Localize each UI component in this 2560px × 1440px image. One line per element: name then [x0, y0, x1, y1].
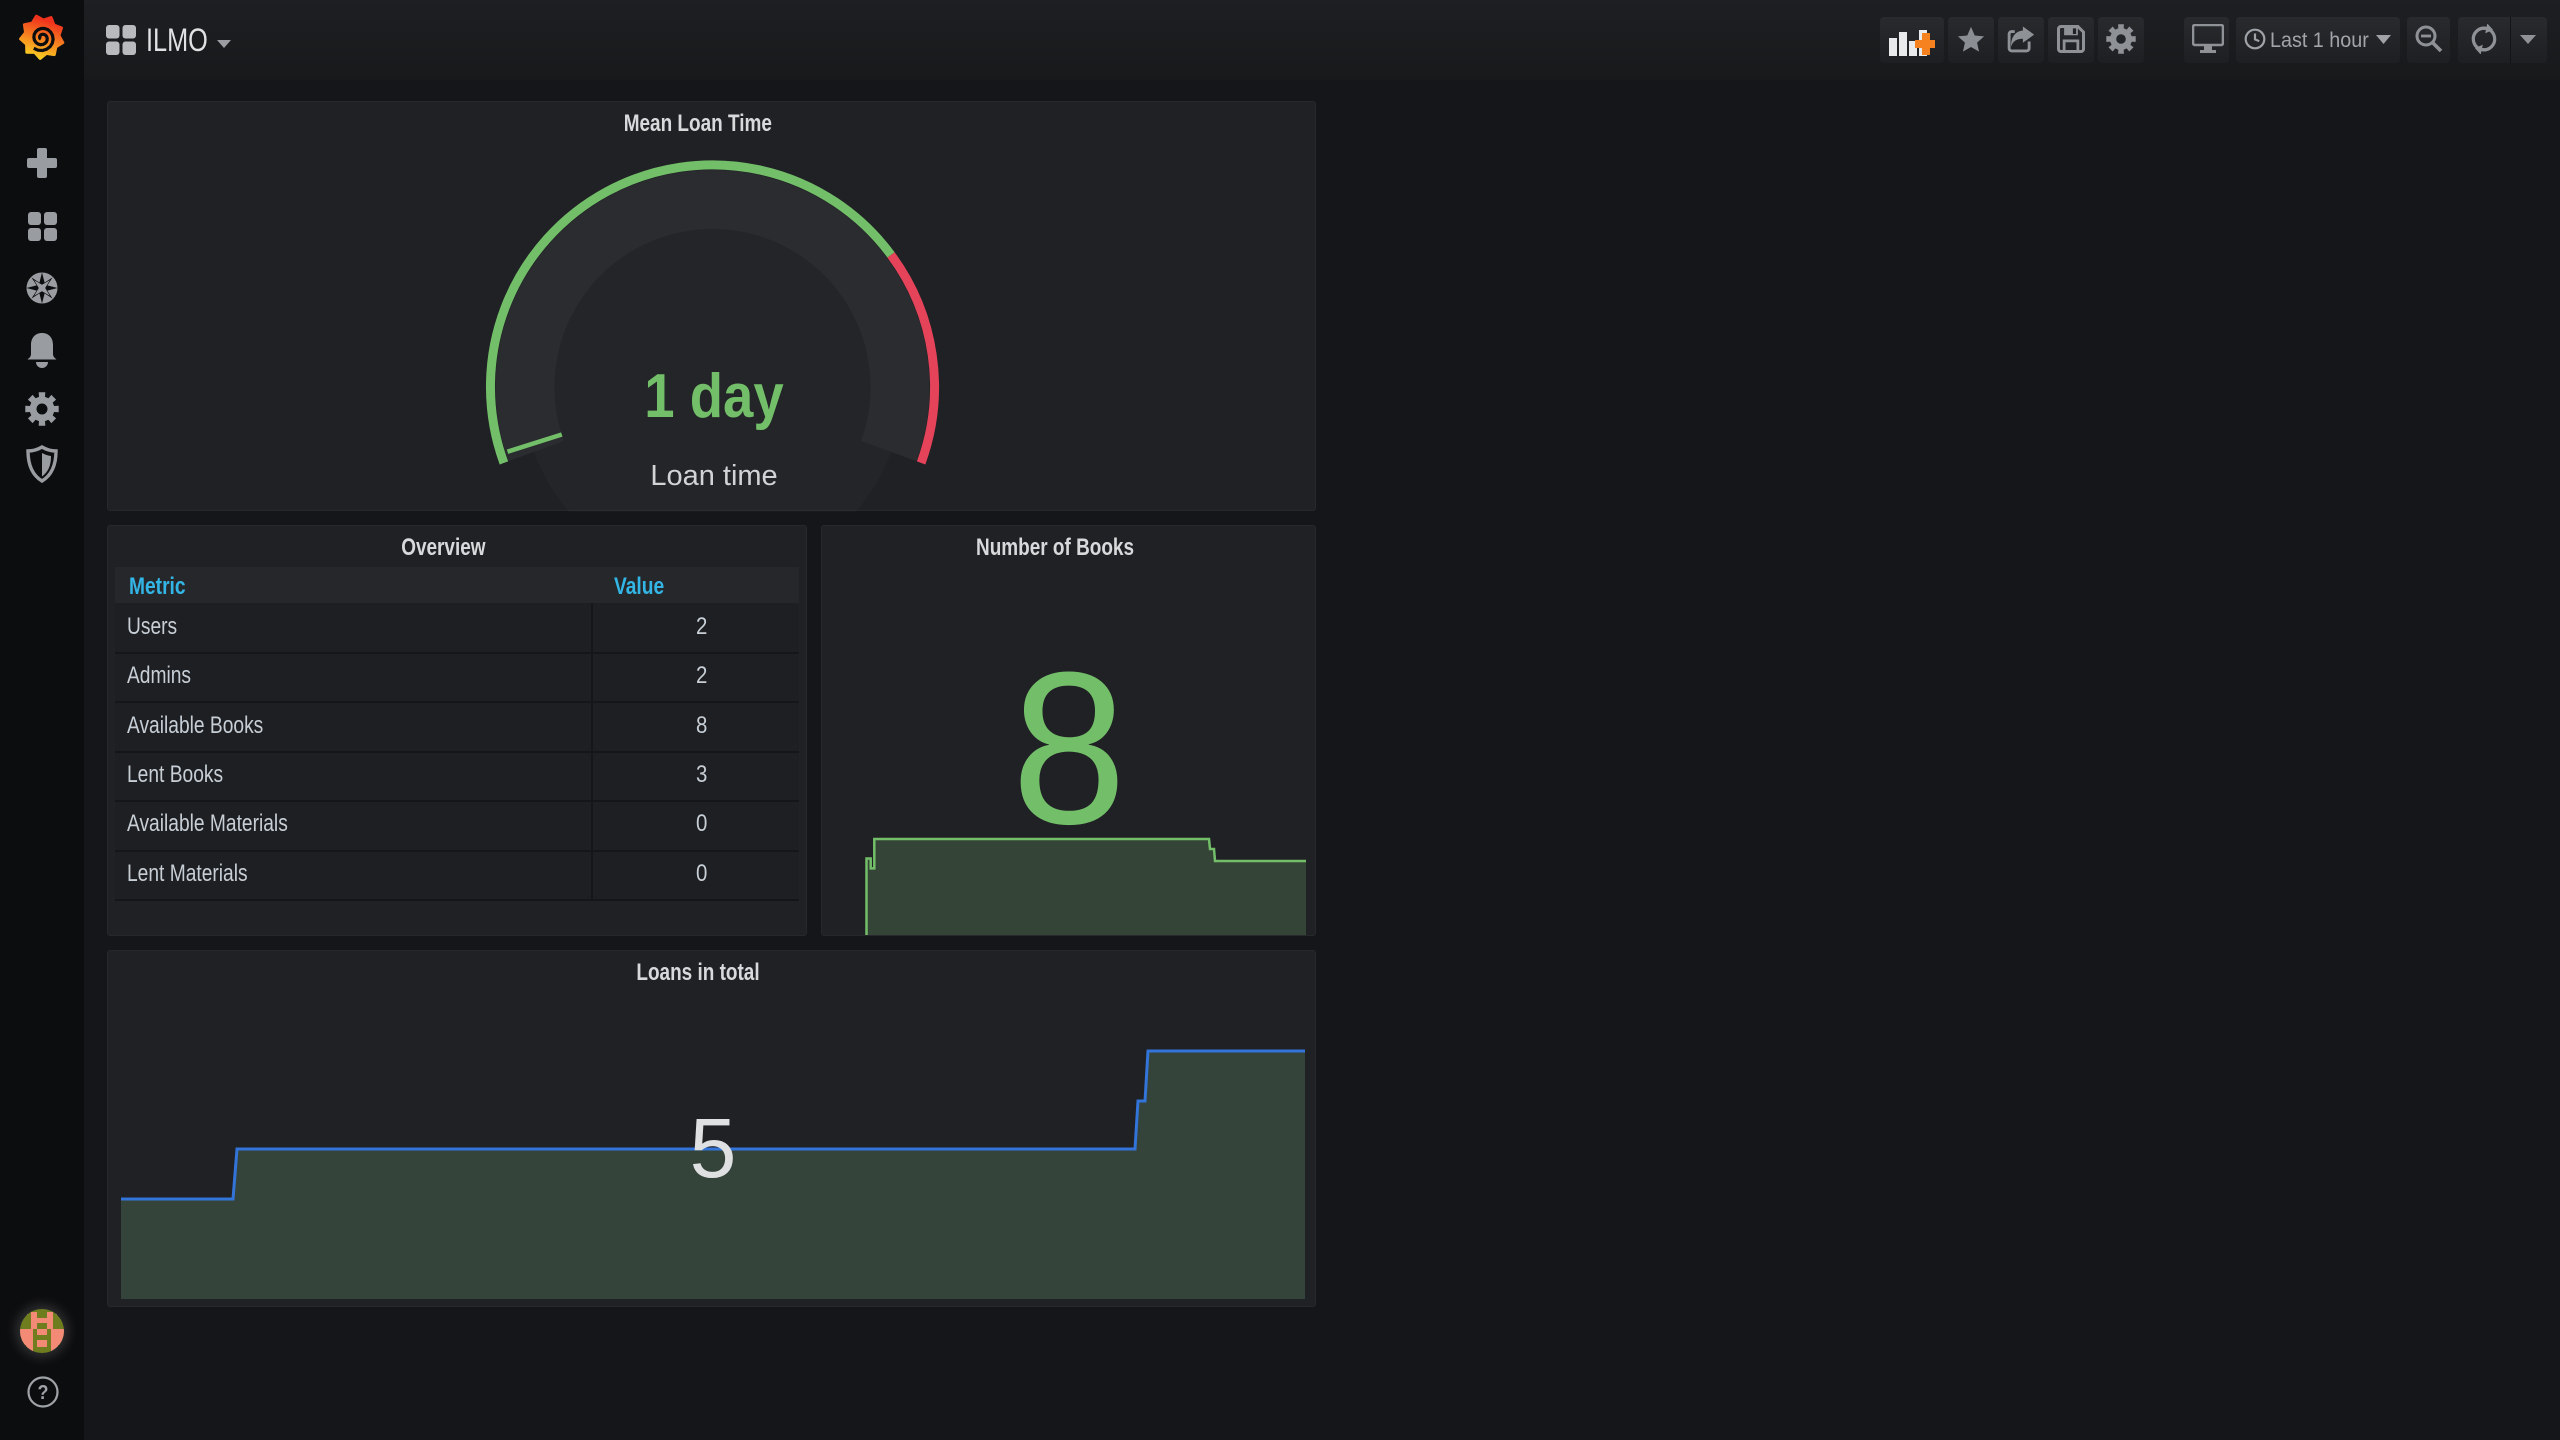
svg-text:8: 8	[1012, 626, 1127, 869]
svg-text:1 day: 1 day	[644, 362, 784, 431]
svg-text:Loan time: Loan time	[650, 460, 777, 492]
svg-text:?: ?	[38, 1382, 49, 1404]
svg-text:5: 5	[690, 1101, 737, 1195]
